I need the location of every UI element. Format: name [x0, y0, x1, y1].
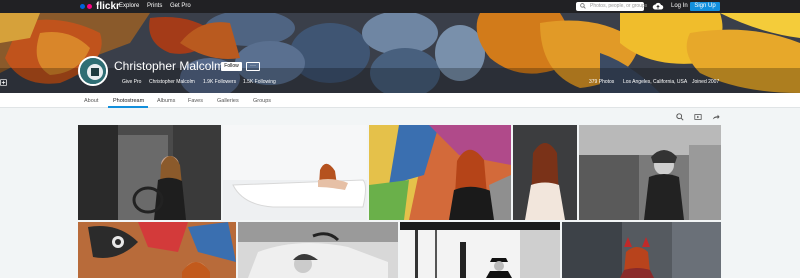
follow-button[interactable]: Follow: [221, 62, 242, 71]
avatar-image: [80, 58, 106, 84]
upload-cloud-icon[interactable]: [652, 2, 664, 11]
cover-photo: Christopher Malcolm Follow ··· Give Pro …: [0, 13, 800, 93]
photo-5[interactable]: [579, 125, 721, 220]
slideshow-icon[interactable]: [694, 113, 702, 121]
following-count[interactable]: 1.5K Following: [243, 79, 276, 86]
tab-albums[interactable]: Albums: [157, 97, 175, 105]
tab-faves[interactable]: Faves: [188, 97, 203, 105]
flickr-logo[interactable]: flickr: [80, 1, 120, 12]
tab-groups[interactable]: Groups: [253, 97, 271, 105]
location-text: Los Angeles, California, USA: [623, 79, 688, 85]
photo-7-image: [238, 222, 398, 278]
share-icon[interactable]: [712, 113, 720, 121]
tab-about[interactable]: About: [84, 97, 98, 105]
pro-badge-icon: [0, 79, 7, 86]
photo-4-image: [513, 125, 577, 220]
photo-3-image: [369, 125, 511, 220]
give-pro-link[interactable]: Give Pro: [122, 79, 141, 86]
nav-get-pro-link[interactable]: Get Pro: [170, 2, 191, 11]
top-nav-bar: flickr Explore Prints Get Pro Photos, pe…: [0, 0, 800, 13]
tab-photostream[interactable]: Photostream: [113, 97, 144, 105]
photo-9[interactable]: [562, 222, 721, 278]
logo-pink-dot: [87, 4, 92, 9]
photo-8[interactable]: [400, 222, 560, 278]
search-input[interactable]: Photos, people, or groups: [576, 2, 648, 11]
photo-2[interactable]: [223, 125, 367, 220]
login-link[interactable]: Log In: [671, 2, 688, 11]
nav-prints-link[interactable]: Prints: [147, 2, 162, 11]
photo-1-image: [78, 125, 221, 220]
logo-blue-dot: [80, 4, 85, 9]
signup-button[interactable]: Sign Up: [690, 2, 720, 11]
photo-9-image: [562, 222, 721, 278]
photo-7[interactable]: [238, 222, 398, 278]
search-icon: [580, 3, 586, 9]
nav-explore-link[interactable]: Explore: [119, 2, 139, 11]
photo-4[interactable]: [513, 125, 577, 220]
photo-6[interactable]: [78, 222, 236, 278]
profile-username: Christopher Malcolm: [149, 79, 195, 85]
photo-2-image: [223, 125, 367, 220]
profile-name: Christopher Malcolm: [114, 59, 225, 73]
logo-text: flickr: [96, 1, 120, 12]
photos-count: 379 Photos: [589, 79, 615, 85]
followers-count[interactable]: 1.9K Followers: [203, 79, 236, 86]
avatar[interactable]: [78, 56, 108, 86]
profile-tabs: About Photostream Albums Faves Galleries…: [0, 93, 800, 108]
more-options-button[interactable]: ···: [246, 62, 260, 71]
tab-galleries[interactable]: Galleries: [217, 97, 239, 105]
photo-3[interactable]: [369, 125, 511, 220]
active-tab-indicator: [108, 106, 148, 108]
photo-5-image: [579, 125, 721, 220]
search-placeholder: Photos, people, or groups: [590, 3, 648, 9]
photo-8-image: [400, 222, 560, 278]
photo-6-image: [78, 222, 236, 278]
joined-text: Joined 2007: [692, 79, 720, 85]
photo-1[interactable]: [78, 125, 221, 220]
search-icon[interactable]: [676, 113, 684, 121]
